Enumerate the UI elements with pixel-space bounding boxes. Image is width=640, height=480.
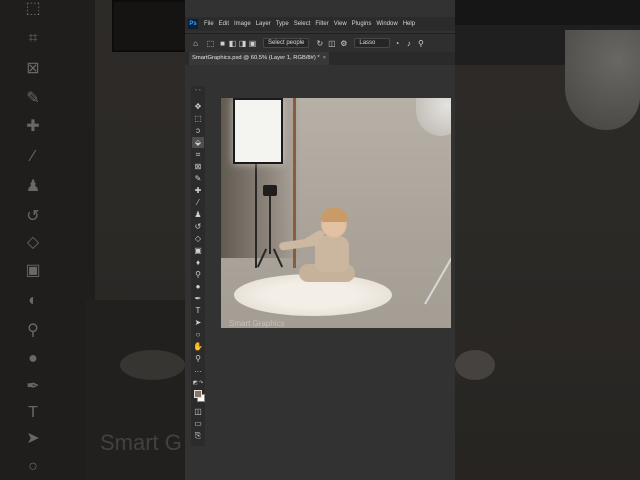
document-tab-title: SmartGraphics.psd @ 60.5% (Layer 1, RGB/…: [192, 55, 320, 61]
blurred-pen-icon: ✒: [26, 378, 40, 395]
camera: [263, 185, 277, 196]
lasso-tool-icon[interactable]: ↄ: [192, 125, 204, 136]
softbox-light: [233, 98, 283, 164]
blurred-stamp-icon: ♟: [25, 178, 41, 195]
crop-tool-icon[interactable]: ⌗: [192, 149, 204, 160]
blurred-frame-icon: ⊠: [26, 60, 40, 77]
blurred-type-icon: T: [28, 404, 38, 421]
quick-mask-icon[interactable]: ◫: [192, 406, 204, 417]
reflector-umbrella: [416, 98, 451, 136]
blurred-dodge-icon: ⚲: [27, 322, 39, 339]
clone-stamp-tool-icon[interactable]: ♟: [192, 209, 204, 220]
panel-collapse-icon[interactable]: » ×: [191, 87, 205, 92]
eyedropper-tool-icon[interactable]: ✎: [192, 173, 204, 184]
photoshop-logo: Ps: [188, 19, 198, 29]
baby-body: [315, 236, 349, 272]
mask-icon[interactable]: ◫: [327, 39, 336, 48]
lasso-toggle-icon[interactable]: ◔: [392, 39, 401, 48]
canvas-image[interactable]: Smart Graphics: [221, 98, 451, 328]
menu-select[interactable]: Select: [294, 21, 311, 27]
type-tool-icon[interactable]: T: [192, 305, 204, 316]
document-tab-bar: SmartGraphics.psd @ 60.5% (Layer 1, RGB/…: [185, 52, 455, 65]
healing-brush-tool-icon[interactable]: ✚: [192, 185, 204, 196]
menu-image[interactable]: Image: [234, 21, 251, 27]
foreground-color-swatch[interactable]: [194, 390, 202, 398]
menu-plugins[interactable]: Plugins: [352, 21, 372, 27]
tools-panel: » × ✥ ⬚ ↄ ⬙ ⌗ ⊠ ✎ ✚ ⁄ ♟ ↺ ◇ ▣ ♦ ⚲ ● ✒ T …: [191, 86, 205, 446]
menu-window[interactable]: Window: [376, 21, 397, 27]
blurred-eyedropper-icon: ✎: [26, 90, 40, 107]
background-blur-right: [455, 0, 640, 480]
blurred-healing-icon: ✚: [26, 118, 40, 135]
blurred-shape-icon: ○: [28, 458, 38, 475]
marquee-tool-icon[interactable]: ⬚: [192, 113, 204, 124]
frame-tool-icon[interactable]: ⊠: [192, 161, 204, 172]
share-icon[interactable]: ⎘: [192, 430, 204, 441]
menu-file[interactable]: File: [204, 21, 214, 27]
sponge-tool-icon[interactable]: ●: [192, 281, 204, 292]
pen-tool-icon[interactable]: ✒: [192, 293, 204, 304]
blurred-history-brush-icon: ↺: [26, 208, 40, 225]
blurred-sponge-icon: ●: [28, 350, 38, 367]
object-selection-tool-icon[interactable]: ⬙: [192, 137, 204, 148]
default-colors-icon[interactable]: ◩ ↷: [192, 378, 204, 389]
select-people-button[interactable]: Select people: [263, 38, 310, 48]
lasso-dropdown[interactable]: Lasso: [354, 38, 391, 48]
home-icon[interactable]: ⌂: [191, 39, 200, 48]
search-icon[interactable]: ⚲: [416, 39, 425, 48]
eraser-tool-icon[interactable]: ◇: [192, 233, 204, 244]
blur-overlay-right: [455, 0, 640, 480]
move-tool-icon[interactable]: ✥: [192, 101, 204, 112]
blurred-gradient-icon: ▣: [25, 262, 41, 279]
more-tools-icon[interactable]: ···: [192, 366, 204, 377]
gradient-tool-icon[interactable]: ▣: [192, 245, 204, 256]
menu-view[interactable]: View: [334, 21, 347, 27]
menu-bar: Ps File Edit Image Layer Type Select Fil…: [185, 17, 455, 31]
blurred-blur-icon: ◐: [28, 292, 38, 309]
softbox-stand: [255, 158, 257, 268]
baby-hair: [321, 208, 348, 222]
document-tab[interactable]: SmartGraphics.psd @ 60.5% (Layer 1, RGB/…: [189, 52, 330, 65]
blurred-eraser-icon: ◇: [26, 234, 40, 251]
menu-layer[interactable]: Layer: [256, 21, 271, 27]
hand-tool-icon[interactable]: ✋: [192, 341, 204, 352]
selection-mode-icon[interactable]: ⬚: [206, 39, 215, 48]
blurred-path-select-icon: ➤: [26, 430, 40, 447]
menu-help[interactable]: Help: [403, 21, 415, 27]
options-bar: ⌂ ⬚ ■ ◧ ◨ ▣ Select people ↻ ◫ ⚙ Lasso ◔ …: [185, 33, 455, 53]
blurred-crop-icon: ⌗: [28, 30, 38, 47]
history-brush-tool-icon[interactable]: ↺: [192, 221, 204, 232]
blurred-object-selection-icon: ⬚: [25, 0, 41, 17]
menu-type[interactable]: Type: [276, 21, 289, 27]
background-blur-left: ⬚ ⌗ ⊠ ✎ ✚ ⁄ ♟ ↺ ◇ ▣ ◐ ⚲ ● ✒ T ➤ ○ Smart …: [0, 0, 185, 480]
screen-mode-icon[interactable]: ▭: [192, 418, 204, 429]
menu-filter[interactable]: Filter: [315, 21, 328, 27]
photoshop-window: Ps File Edit Image Layer Type Select Fil…: [185, 0, 455, 480]
dodge-tool-icon[interactable]: ⚲: [192, 269, 204, 280]
brush-tool-icon[interactable]: ⁄: [192, 197, 204, 208]
zoom-tool-icon[interactable]: ⚲: [192, 353, 204, 364]
camera-tripod: [269, 196, 271, 254]
blurred-watermark: Smart G: [100, 430, 182, 455]
menu-edit[interactable]: Edit: [219, 21, 229, 27]
new-selection-icon[interactable]: ■: [218, 39, 227, 48]
intersect-selection-icon[interactable]: ▣: [248, 39, 257, 48]
add-selection-icon[interactable]: ◧: [228, 39, 237, 48]
refresh-icon[interactable]: ↻: [315, 39, 324, 48]
path-selection-tool-icon[interactable]: ➤: [192, 317, 204, 328]
gear-icon[interactable]: ⚙: [339, 39, 348, 48]
subtract-selection-icon[interactable]: ◨: [238, 39, 247, 48]
blur-tool-icon[interactable]: ♦: [192, 257, 204, 268]
bell-icon[interactable]: ♪: [404, 39, 413, 48]
canvas-watermark: Smart Graphics: [229, 319, 285, 328]
shape-tool-icon[interactable]: ○: [192, 329, 204, 340]
blurred-brush-icon: ⁄: [31, 148, 35, 165]
close-icon[interactable]: ×: [323, 55, 326, 61]
